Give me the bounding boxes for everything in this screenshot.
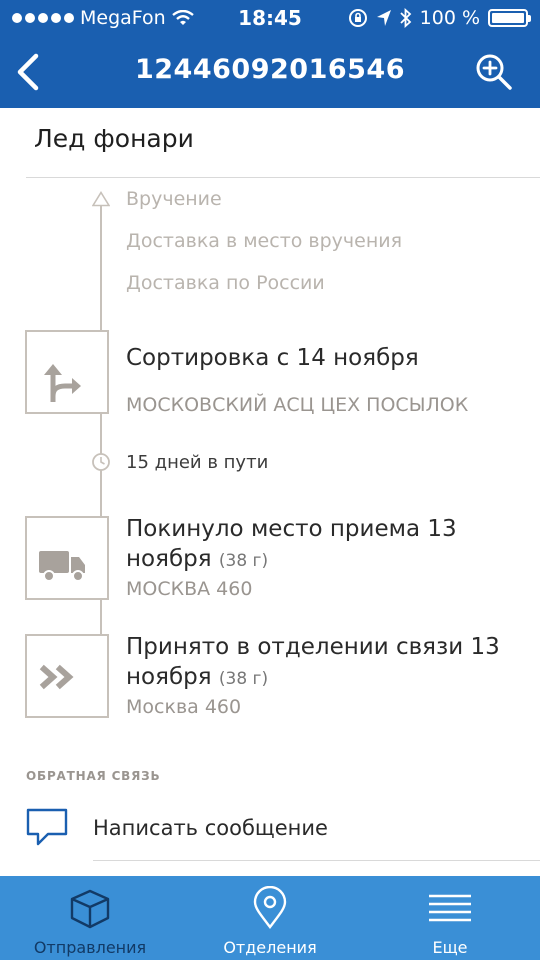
future-step: Вручение <box>126 188 222 210</box>
tab-shipments[interactable]: Отправления <box>0 876 180 960</box>
departed-event-icon-box <box>25 516 109 600</box>
event-title: Принято в отделении связи 13 ноября (38 … <box>126 632 516 694</box>
event-title-line: Принято в отделении связи 13 <box>126 634 500 660</box>
tab-label: Отделения <box>223 938 317 957</box>
tab-more[interactable]: Еще <box>360 876 540 960</box>
accepted-event-icon-box <box>25 634 109 718</box>
zoom-in-button[interactable] <box>474 52 514 92</box>
box-icon <box>70 889 110 929</box>
top-bar: MegaFon 18:45 100 % 12446092016546 <box>0 0 540 108</box>
battery-percent: 100 % <box>419 7 480 29</box>
clock-icon <box>92 453 110 471</box>
battery-icon <box>488 9 531 27</box>
event-title-line: Покинуло место приема 13 <box>126 516 457 542</box>
truck-icon <box>39 551 85 582</box>
location-arrow-icon <box>376 10 391 26</box>
status-right: 100 % <box>348 7 531 29</box>
event-title-line: ноября (38 г) <box>126 544 516 576</box>
location-pin-icon <box>253 886 287 929</box>
write-message-button[interactable]: Написать сообщение <box>93 816 328 840</box>
event-title-date: ноября <box>126 664 212 690</box>
feedback-divider <box>93 860 540 861</box>
event-location: МОСКОВСКИЙ АСЦ ЦЕХ ПОСЫЛОК <box>126 394 469 416</box>
event-title-date: ноября <box>126 546 212 572</box>
transit-duration: 15 дней в пути <box>126 452 269 473</box>
tab-offices[interactable]: Отделения <box>180 876 360 960</box>
event-weight: (38 г) <box>218 669 269 689</box>
feedback-section-header: ОБРАТНАЯ СВЯЗЬ <box>26 769 161 783</box>
event-location: МОСКВА 460 <box>126 578 253 600</box>
future-step: Доставка по России <box>126 272 325 294</box>
event-location: Москва 460 <box>126 696 242 718</box>
sort-arrow-icon <box>44 364 81 402</box>
future-step: Доставка в место вручения <box>126 230 403 252</box>
parcel-name: Лед фонари <box>34 124 194 153</box>
page-title: 12446092016546 <box>134 54 405 85</box>
bluetooth-icon <box>400 8 411 28</box>
event-title-line: ноября (38 г) <box>126 662 516 694</box>
header-divider <box>26 177 540 178</box>
rotation-lock-icon <box>348 9 367 27</box>
event-title: Сортировка с 14 ноября <box>126 345 419 371</box>
tab-label: Еще <box>432 938 468 957</box>
double-chevron-icon <box>39 664 74 690</box>
sort-event-icon-box <box>25 330 109 414</box>
event-title: Покинуло место приема 13 ноября (38 г) <box>126 514 516 576</box>
status-bar: MegaFon 18:45 100 % <box>0 0 540 36</box>
menu-icon <box>429 894 471 922</box>
chat-bubble-icon[interactable] <box>26 808 70 848</box>
nav-bar: 12446092016546 <box>0 36 540 108</box>
tab-bar: Отправления Отделения Еще <box>0 876 540 960</box>
destination-triangle-icon <box>92 191 110 207</box>
tab-label: Отправления <box>33 938 147 957</box>
event-weight: (38 г) <box>218 551 269 571</box>
